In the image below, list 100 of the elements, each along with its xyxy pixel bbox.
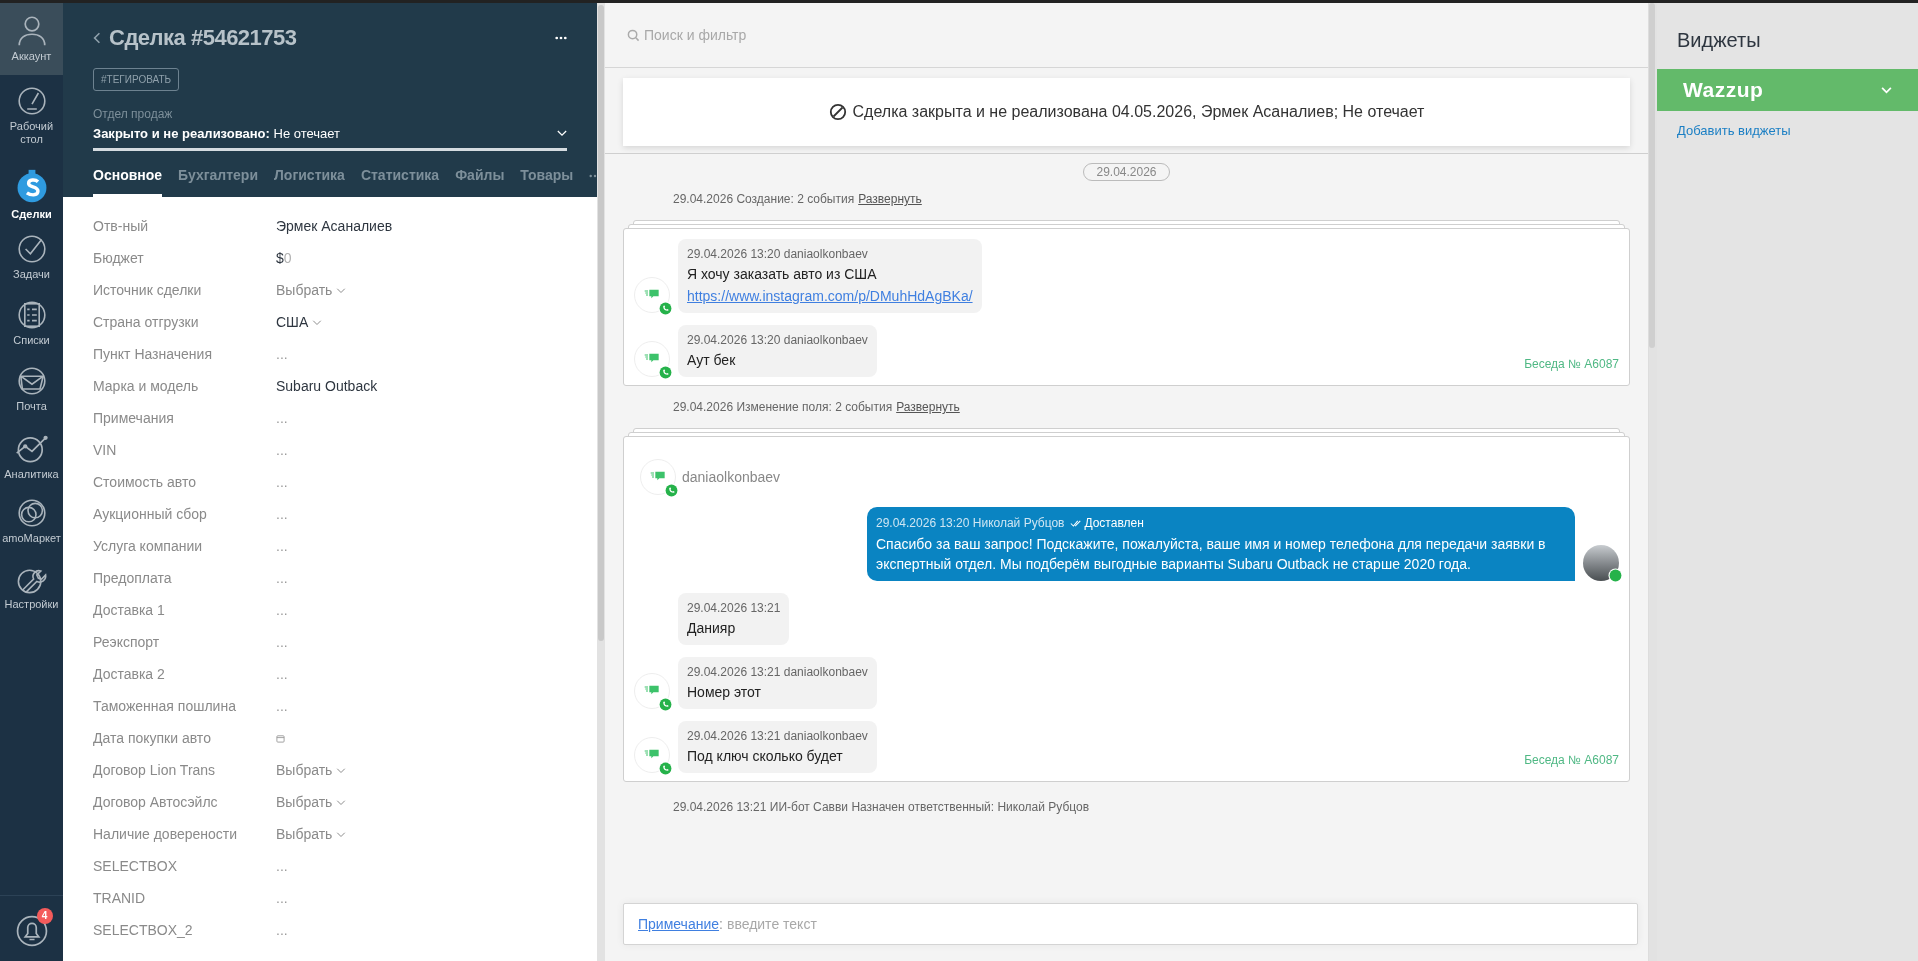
field-label: Услуга компании bbox=[93, 537, 204, 556]
chevron-icon bbox=[557, 130, 567, 138]
field-value[interactable]: ... bbox=[276, 600, 288, 621]
chevron-icon bbox=[336, 831, 347, 838]
conversation-number: Беседа № A6087 bbox=[1524, 356, 1619, 373]
checkmark-circle-icon bbox=[15, 233, 48, 265]
message-text: Номер этот bbox=[687, 683, 762, 702]
field-value[interactable]: ... bbox=[276, 632, 288, 653]
field-label: Предоплата bbox=[93, 569, 173, 588]
field-label: Стоимость авто bbox=[93, 473, 197, 492]
message-text: Данияр bbox=[687, 619, 737, 638]
nav-item[interactable]: Задачи bbox=[0, 223, 63, 289]
nav-item[interactable]: Настройки bbox=[0, 553, 63, 619]
widget-header[interactable]: Wazzup bbox=[1657, 69, 1918, 111]
list-icon bbox=[15, 299, 48, 331]
nav-item[interactable]: Рабочий стол bbox=[0, 75, 63, 157]
field-label: Доставка 1 bbox=[93, 601, 166, 620]
field-value[interactable]: ... bbox=[276, 856, 288, 877]
search-field[interactable]: Поиск и фильтр bbox=[644, 24, 1044, 46]
envelope-icon bbox=[15, 365, 48, 397]
message-text: Аут бек bbox=[687, 351, 737, 370]
field-label: Примечания bbox=[93, 409, 175, 428]
message-meta: 29.04.2026 13:21 daniaolkonbaev bbox=[687, 664, 868, 681]
nav-item[interactable]: Аккаунт bbox=[0, 3, 63, 75]
field-label: Наличие доверености bbox=[93, 825, 239, 844]
whatsapp-badge-icon bbox=[1608, 568, 1623, 583]
select-dropdown[interactable]: Выбрать bbox=[276, 792, 347, 813]
circles-icon bbox=[15, 497, 48, 529]
note-input[interactable]: введите текст bbox=[726, 913, 1623, 935]
double-check-icon bbox=[1070, 519, 1083, 527]
field-value[interactable]: ... bbox=[276, 472, 288, 493]
notification-count: 4 bbox=[36, 907, 53, 924]
field-value[interactable]: ... bbox=[276, 344, 288, 365]
select-dropdown[interactable]: Выбрать bbox=[276, 280, 347, 301]
field-value[interactable]: ... bbox=[276, 408, 288, 429]
field-value[interactable]: ... bbox=[276, 536, 288, 557]
message-link[interactable]: https://www.instagram.com/p/DMuhHdAgBKa/ bbox=[687, 286, 973, 307]
delivery-status: Доставлен bbox=[1084, 515, 1144, 532]
field-value[interactable]: ... bbox=[276, 440, 288, 461]
add-widgets-link[interactable]: Добавить виджеты bbox=[1677, 121, 1791, 141]
field-label: Аукционный сбор bbox=[93, 505, 208, 524]
field-value[interactable]: ... bbox=[276, 664, 288, 685]
field-label: Страна отгрузки bbox=[93, 313, 200, 332]
nav-item[interactable]: Аналитика bbox=[0, 421, 63, 487]
message-text: Под ключ сколько будет bbox=[687, 747, 844, 766]
nav-item[interactable]: Почта bbox=[0, 355, 63, 421]
tab[interactable]: Бухгалтери bbox=[178, 164, 259, 197]
conversation-number: Беседа № A6087 bbox=[1524, 752, 1619, 769]
search-icon bbox=[627, 28, 640, 42]
budget-value: 0 bbox=[283, 249, 292, 268]
chevron-icon bbox=[1881, 86, 1892, 94]
field-label: TRANID bbox=[93, 889, 147, 908]
select-dropdown[interactable]: Выбрать bbox=[276, 760, 347, 781]
message-text: Спасибо за ваш запрос! Подскажите, пожалуйста, ваше имя и номер телефона для передачи заявки в экспертный отдел. Мы подберём выгодные варианты Subaru Outback не старше 2020 года. bbox=[876, 535, 1547, 574]
field-label: Доставка 2 bbox=[93, 665, 166, 684]
tab[interactable]: Логистика bbox=[274, 164, 345, 197]
select-dropdown[interactable]: США bbox=[276, 312, 323, 333]
field-value[interactable]: ... bbox=[276, 568, 288, 589]
scrollbar[interactable] bbox=[598, 5, 604, 641]
tab[interactable]: Товары bbox=[520, 164, 574, 197]
field-label: Реэкспорт bbox=[93, 633, 161, 652]
message-meta: 29.04.2026 13:20 Николай Рубцов bbox=[876, 515, 1065, 532]
expand-link[interactable]: Развернуть bbox=[896, 398, 960, 416]
date-chip: 29.04.2026 bbox=[1083, 163, 1170, 181]
calendar-icon[interactable] bbox=[276, 734, 285, 743]
field-value[interactable]: ... bbox=[276, 696, 288, 717]
nav-item[interactable]: amoМаркет bbox=[0, 487, 63, 553]
expand-link[interactable]: Развернуть bbox=[858, 190, 922, 208]
prohibited-icon bbox=[828, 103, 847, 121]
field-value[interactable]: ... bbox=[276, 504, 288, 525]
banner-text: Сделка закрыта и не реализована 04.05.2026, Эрмек Асаналиев; Не отечает bbox=[852, 102, 1425, 122]
tab[interactable]: Файлы bbox=[455, 164, 505, 197]
field-label: SELECTBOX_2 bbox=[93, 921, 194, 940]
select-dropdown[interactable]: Выбрать bbox=[276, 824, 347, 845]
tag-button[interactable]: #ТЕГИРОВАТЬ bbox=[93, 68, 180, 91]
nav-item[interactable]: Списки bbox=[0, 289, 63, 355]
back-icon[interactable] bbox=[93, 30, 101, 45]
deal-title: Сделка #54621753 bbox=[109, 24, 297, 52]
scrollbar[interactable] bbox=[1649, 3, 1655, 348]
tab[interactable]: Статистика bbox=[360, 164, 440, 197]
message-meta: 29.04.2026 13:21 daniaolkonbaev bbox=[687, 728, 868, 745]
field-label: Отв-ный bbox=[93, 217, 149, 236]
field-label: Договор Автосэйлс bbox=[93, 793, 219, 812]
field-label: Договор Lion Trans bbox=[93, 761, 217, 780]
budget-field[interactable]: $0 bbox=[276, 248, 292, 269]
panel-title: Виджеты bbox=[1676, 28, 1762, 53]
note-field[interactable]: Примечание: введите текст bbox=[623, 903, 1638, 945]
speedometer-icon bbox=[15, 85, 48, 117]
event-summary: 29.04.2026 Создание: 2 события bbox=[673, 191, 855, 208]
status-dropdown[interactable]: Закрыто и не реализовано: Не отечает bbox=[93, 123, 567, 151]
field-label: Таможенная пошлина bbox=[93, 697, 237, 716]
chat-contact-name: daniaolkonbaev bbox=[682, 467, 781, 487]
nav-item[interactable]: Сделки bbox=[0, 157, 63, 223]
tab[interactable]: Основное bbox=[93, 164, 163, 197]
field-label: Дата покупки авто bbox=[93, 729, 212, 748]
field-value: Эрмек Асаналиев bbox=[276, 217, 393, 236]
field-label: Марка и модель bbox=[93, 377, 200, 396]
more-icon[interactable] bbox=[555, 35, 567, 40]
field-value[interactable]: ... bbox=[276, 920, 288, 941]
field-value[interactable]: ... bbox=[276, 888, 288, 909]
